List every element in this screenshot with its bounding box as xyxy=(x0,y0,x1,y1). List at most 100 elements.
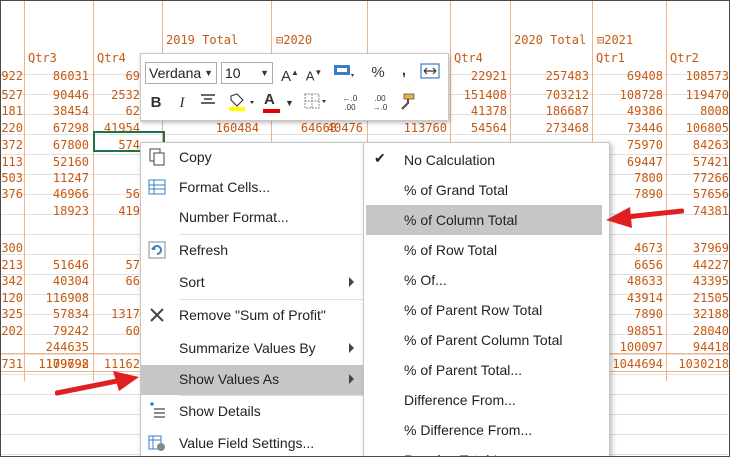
value-cell[interactable]: 8008 xyxy=(667,104,729,118)
value-cell[interactable]: 503 xyxy=(1,171,23,185)
value-cell[interactable]: 18923 xyxy=(25,204,89,218)
column-header[interactable]: Qtr4 xyxy=(454,51,483,65)
value-cell[interactable]: 419 xyxy=(96,204,140,218)
value-cell[interactable]: 67298 xyxy=(25,121,89,135)
value-cell[interactable]: 116908 xyxy=(25,291,89,305)
value-cell[interactable]: 202 xyxy=(1,324,23,338)
value-cell[interactable]: 119470 xyxy=(667,88,729,102)
column-header[interactable]: 2020 Total xyxy=(514,33,586,47)
value-cell[interactable]: 46966 xyxy=(25,187,89,201)
borders-button[interactable] xyxy=(301,92,331,114)
value-cell[interactable]: 57421 xyxy=(667,155,729,169)
value-cell[interactable]: 273468 xyxy=(523,121,589,135)
submenu-item-of-grand-total[interactable]: % of Grand Total xyxy=(364,175,609,205)
value-cell[interactable]: 60 xyxy=(96,324,140,338)
submenu-item-running-total-in[interactable]: Running Total In... xyxy=(364,445,609,456)
value-cell[interactable]: 90446 xyxy=(25,88,89,102)
submenu-item-of-parent-column-total[interactable]: % of Parent Column Total xyxy=(364,325,609,355)
shrink-font-button[interactable]: A▼ xyxy=(303,62,325,84)
comma-style-button[interactable]: , xyxy=(393,60,415,82)
submenu-item-difference-from[interactable]: % Difference From... xyxy=(364,415,609,445)
font-color-button[interactable]: A ▼ xyxy=(261,91,297,114)
value-cell[interactable]: 21505 xyxy=(667,291,729,305)
fill-color-button[interactable] xyxy=(225,92,259,114)
value-cell[interactable]: 703212 xyxy=(523,88,589,102)
value-cell[interactable]: 300 xyxy=(1,241,23,255)
value-cell[interactable]: 257483 xyxy=(523,69,589,83)
value-cell[interactable]: 69408 xyxy=(597,69,663,83)
decrease-decimal-button[interactable]: .00 →.0 xyxy=(367,94,393,116)
value-cell[interactable]: 120 xyxy=(1,291,23,305)
value-cell[interactable]: 41378 xyxy=(441,104,507,118)
value-cell[interactable]: 108728 xyxy=(597,88,663,102)
value-cell[interactable]: 40304 xyxy=(25,274,89,288)
value-cell[interactable]: 372 xyxy=(1,138,23,152)
merge-center-button[interactable] xyxy=(419,62,441,84)
value-cell[interactable]: 1317 xyxy=(96,307,140,321)
value-cell[interactable]: 84263 xyxy=(667,138,729,152)
value-cell[interactable]: 57656 xyxy=(667,187,729,201)
value-cell[interactable]: 57 xyxy=(96,258,140,272)
align-center-button[interactable] xyxy=(197,92,219,114)
value-cell[interactable]: 108573 xyxy=(667,69,729,83)
value-cell[interactable]: 52160 xyxy=(25,155,89,169)
submenu-item-of[interactable]: % Of... xyxy=(364,265,609,295)
submenu-item-of-parent-total[interactable]: % of Parent Total... xyxy=(364,355,609,385)
value-cell[interactable]: 213 xyxy=(1,258,23,272)
value-cell[interactable]: 11247 xyxy=(25,171,89,185)
value-cell[interactable]: 1030218 xyxy=(667,357,729,371)
value-cell[interactable]: 86031 xyxy=(25,69,89,83)
percent-style-button[interactable]: % xyxy=(367,62,389,84)
value-cell[interactable]: 57834 xyxy=(25,307,89,321)
column-header[interactable]: Qtr4 xyxy=(97,51,126,65)
value-cell[interactable]: 2532 xyxy=(96,88,140,102)
font-size-box[interactable]: 10 ▼ xyxy=(221,62,273,84)
value-cell[interactable]: 67800 xyxy=(25,138,89,152)
value-cell[interactable]: 32188 xyxy=(667,307,729,321)
column-header[interactable]: Qtr3 xyxy=(28,51,57,65)
value-cell[interactable]: 527 xyxy=(1,88,23,102)
value-cell[interactable]: 151408 xyxy=(441,88,507,102)
value-cell[interactable]: 56 xyxy=(96,187,140,201)
context-menu-item-copy[interactable]: Copy xyxy=(141,143,364,173)
value-cell[interactable]: 106805 xyxy=(667,121,729,135)
value-cell[interactable]: 244635 xyxy=(25,340,89,354)
value-cell[interactable]: 22921 xyxy=(441,69,507,83)
value-cell[interactable]: 38454 xyxy=(25,104,89,118)
italic-button[interactable]: I xyxy=(171,92,193,114)
context-menu-item-format-cells[interactable]: Format Cells... xyxy=(141,173,364,203)
column-header[interactable]: ⊟2020 xyxy=(276,33,312,47)
column-header[interactable]: Qtr1 xyxy=(596,51,625,65)
value-cell[interactable]: 66 xyxy=(96,274,140,288)
format-painter-button[interactable] xyxy=(395,92,417,114)
value-cell[interactable]: 181 xyxy=(1,104,23,118)
increase-decimal-button[interactable]: ←.0 .00 xyxy=(337,94,363,116)
context-menu-item-sort[interactable]: Sort xyxy=(141,268,364,298)
value-cell[interactable]: 62 xyxy=(96,104,140,118)
bold-button[interactable]: B xyxy=(145,92,167,114)
column-header[interactable]: Qtr2 xyxy=(670,51,699,65)
value-cell[interactable]: 922 xyxy=(1,69,23,83)
value-cell[interactable]: 113760 xyxy=(381,121,447,135)
submenu-item-of-column-total[interactable]: % of Column Total xyxy=(366,205,602,235)
value-cell[interactable]: 160484 xyxy=(193,121,259,135)
value-cell[interactable]: 186687 xyxy=(523,104,589,118)
context-menu-item-show-details[interactable]: Show Details xyxy=(141,397,364,427)
value-cell[interactable]: 40476 xyxy=(317,121,363,135)
context-menu-item-number-format[interactable]: Number Format... xyxy=(141,203,364,233)
value-cell[interactable]: 44227 xyxy=(667,258,729,272)
value-cell[interactable]: 28040 xyxy=(667,324,729,338)
context-menu-item-summarize-values-by[interactable]: Summarize Values By xyxy=(141,334,364,364)
value-cell[interactable]: 49386 xyxy=(597,104,663,118)
grow-font-button[interactable]: A▲ xyxy=(279,62,301,85)
submenu-item-difference-from[interactable]: Difference From... xyxy=(364,385,609,415)
column-header[interactable]: 2019 Total xyxy=(166,33,238,47)
submenu-item-of-row-total[interactable]: % of Row Total xyxy=(364,235,609,265)
value-cell[interactable]: 37969 xyxy=(667,241,729,255)
value-cell[interactable]: 376 xyxy=(1,187,23,201)
column-header[interactable]: ⊟2021 xyxy=(597,33,633,47)
value-cell[interactable]: 69 xyxy=(96,69,140,83)
value-cell[interactable]: 77266 xyxy=(667,171,729,185)
value-cell[interactable]: 113 xyxy=(1,155,23,169)
submenu-item-of-parent-row-total[interactable]: % of Parent Row Total xyxy=(364,295,609,325)
